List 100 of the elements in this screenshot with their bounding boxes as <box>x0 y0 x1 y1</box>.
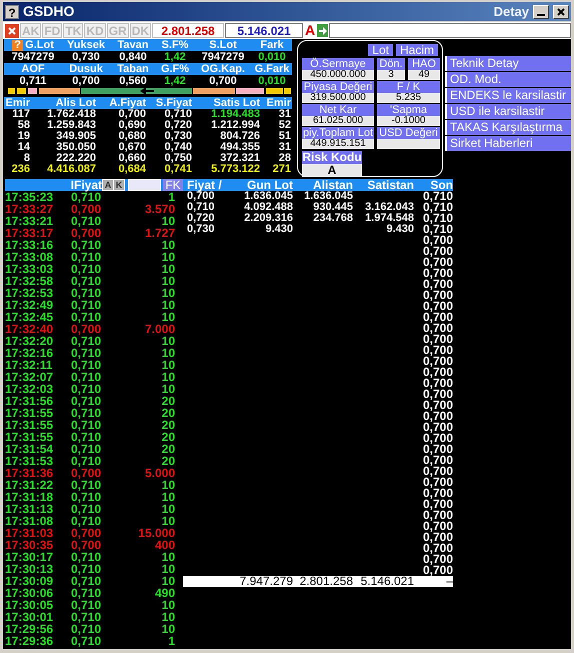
menu-item[interactable]: USD ile karsilastir <box>445 104 571 119</box>
column-header: Taban <box>117 63 149 75</box>
trade-time: 17:32:11 <box>5 359 54 371</box>
help-button[interactable]: ? <box>12 40 24 50</box>
trade-time: 17:32:20 <box>5 335 54 347</box>
trade-price: 0,710 <box>71 287 102 299</box>
trade-time: 17:35:23 <box>5 191 54 203</box>
menu-item[interactable]: TAKAS Karşılaştırma <box>445 120 571 135</box>
trade-price: 0,710 <box>71 611 102 623</box>
trade-time: 17:31:55 <box>5 431 54 443</box>
total-cell: 4.416.087 <box>47 164 96 175</box>
trade-time: 17:32:07 <box>5 371 54 383</box>
table-cell-text: 1.636.045 <box>303 191 353 202</box>
table-cell: 117 <box>12 109 30 120</box>
trade-lot: 7.000 <box>144 323 175 335</box>
menu-item[interactable]: Sirket Haberleri <box>445 136 571 151</box>
next-button[interactable] <box>317 24 328 37</box>
field-label: 'Sapma <box>377 104 440 116</box>
trade-price: 0,710 <box>71 587 102 599</box>
trade-time: 17:30:09 <box>5 575 54 587</box>
trade-price: 0,710 <box>71 491 102 503</box>
table-cell: 0,710 <box>164 109 192 120</box>
help-button[interactable]: ? <box>5 4 19 18</box>
table-cell: 14 <box>18 142 30 153</box>
trade-price: 0,710 <box>71 551 102 563</box>
trade-price: 0,710 <box>71 191 102 203</box>
menu-item[interactable]: Teknik Detay <box>445 56 571 71</box>
close-button[interactable] <box>553 4 569 18</box>
trade-price: 0,710 <box>71 275 102 287</box>
trade-price: 0,710 <box>71 395 102 407</box>
field-value: 5.235 <box>377 93 440 103</box>
table-cell-text: 0,700 <box>422 301 453 312</box>
trade-lot: 10 <box>160 383 175 395</box>
trade-time: 17:33:27 <box>5 203 54 215</box>
trade-lot: 20 <box>160 431 175 443</box>
filter-button[interactable]: A <box>103 180 113 190</box>
panel-button[interactable]: Hacim <box>396 44 438 56</box>
field-value: 450.000.000 <box>302 70 374 80</box>
table-cell: 1,42 <box>164 75 186 87</box>
field-label: F / K <box>377 81 440 93</box>
table-cell-text: 4.092.488 <box>243 202 293 213</box>
trade-price: 0,710 <box>71 443 102 455</box>
column-header: S.Fiyat <box>156 97 192 109</box>
trade-time: 17:31:56 <box>5 395 54 407</box>
column-header: Gun Lot <box>247 179 293 191</box>
trade-lot: 10 <box>160 503 175 515</box>
field-label: piy.Toplam Lot <box>302 127 374 139</box>
table-cell-text: 0,710 <box>422 224 453 235</box>
column-header: Alistan <box>312 179 353 191</box>
trade-lot: 10 <box>160 215 175 227</box>
table-cell: 0,660 <box>118 153 146 164</box>
field-value: A <box>302 164 362 177</box>
table-cell: 0,010 <box>258 75 286 87</box>
filter-button[interactable]: FK <box>163 179 183 191</box>
table-cell: 7947279 <box>202 51 244 63</box>
trade-time: 17:32:53 <box>5 287 54 299</box>
trade-time: 17:33:08 <box>5 251 54 263</box>
filter-field[interactable] <box>128 179 161 191</box>
trade-price: 0,710 <box>71 563 102 575</box>
table-cell: 372.321 <box>220 153 260 164</box>
trade-price: 0,710 <box>71 431 102 443</box>
trade-price: 0,710 <box>71 407 102 419</box>
table-cell-text: 3.162.043 <box>364 202 414 213</box>
trade-lot: 10 <box>160 479 175 491</box>
table-cell-text: 0,700 <box>422 378 453 389</box>
minimize-button[interactable] <box>533 4 549 18</box>
column-header: Fark <box>260 39 284 51</box>
column-header: Son <box>430 179 453 191</box>
menu-item[interactable]: ENDEKS le karsilastir <box>445 88 571 103</box>
table-cell: 350.050 <box>56 142 96 153</box>
filter-button[interactable]: K <box>114 180 124 190</box>
table-cell-text: 0,700 <box>422 521 453 532</box>
table-cell-text: 0,700 <box>422 246 453 257</box>
field-label: USD Değeri <box>377 127 440 139</box>
menu-item[interactable]: OD. Mod. <box>445 72 571 87</box>
trade-lot: 5.000 <box>144 467 175 479</box>
trade-lot: 1 <box>167 191 175 203</box>
trade-time: 17:32:16 <box>5 347 54 359</box>
column-header: Emir <box>266 97 291 109</box>
panel-button[interactable]: Lot <box>368 44 393 56</box>
search-field[interactable] <box>329 23 571 38</box>
field-value: 49 <box>408 70 440 80</box>
trade-time: 17:32:40 <box>5 323 54 335</box>
close-icon <box>557 8 565 16</box>
field-value: -0.1000 <box>377 116 440 126</box>
table-cell-text: 0,700 <box>186 191 216 202</box>
trade-price: 0,710 <box>71 371 102 383</box>
table-cell-text: 0,700 <box>422 345 453 356</box>
trade-price: 0,710 <box>71 515 102 527</box>
column-header: Alis Lot <box>56 97 96 109</box>
table-cell-text: 930.445 <box>312 202 353 213</box>
trade-price: 0,710 <box>71 599 102 611</box>
trade-time: 17:31:55 <box>5 407 54 419</box>
table-cell-text: 0,730 <box>186 224 216 235</box>
column-header: G.F% <box>160 63 190 75</box>
trade-price: 0,700 <box>71 527 102 539</box>
table-cell-text: 9.430 <box>385 224 414 235</box>
table-cell-text: 0,700 <box>422 510 453 521</box>
table-cell: 51 <box>278 131 291 142</box>
table-cell-text: 1.636.045 <box>243 191 293 202</box>
